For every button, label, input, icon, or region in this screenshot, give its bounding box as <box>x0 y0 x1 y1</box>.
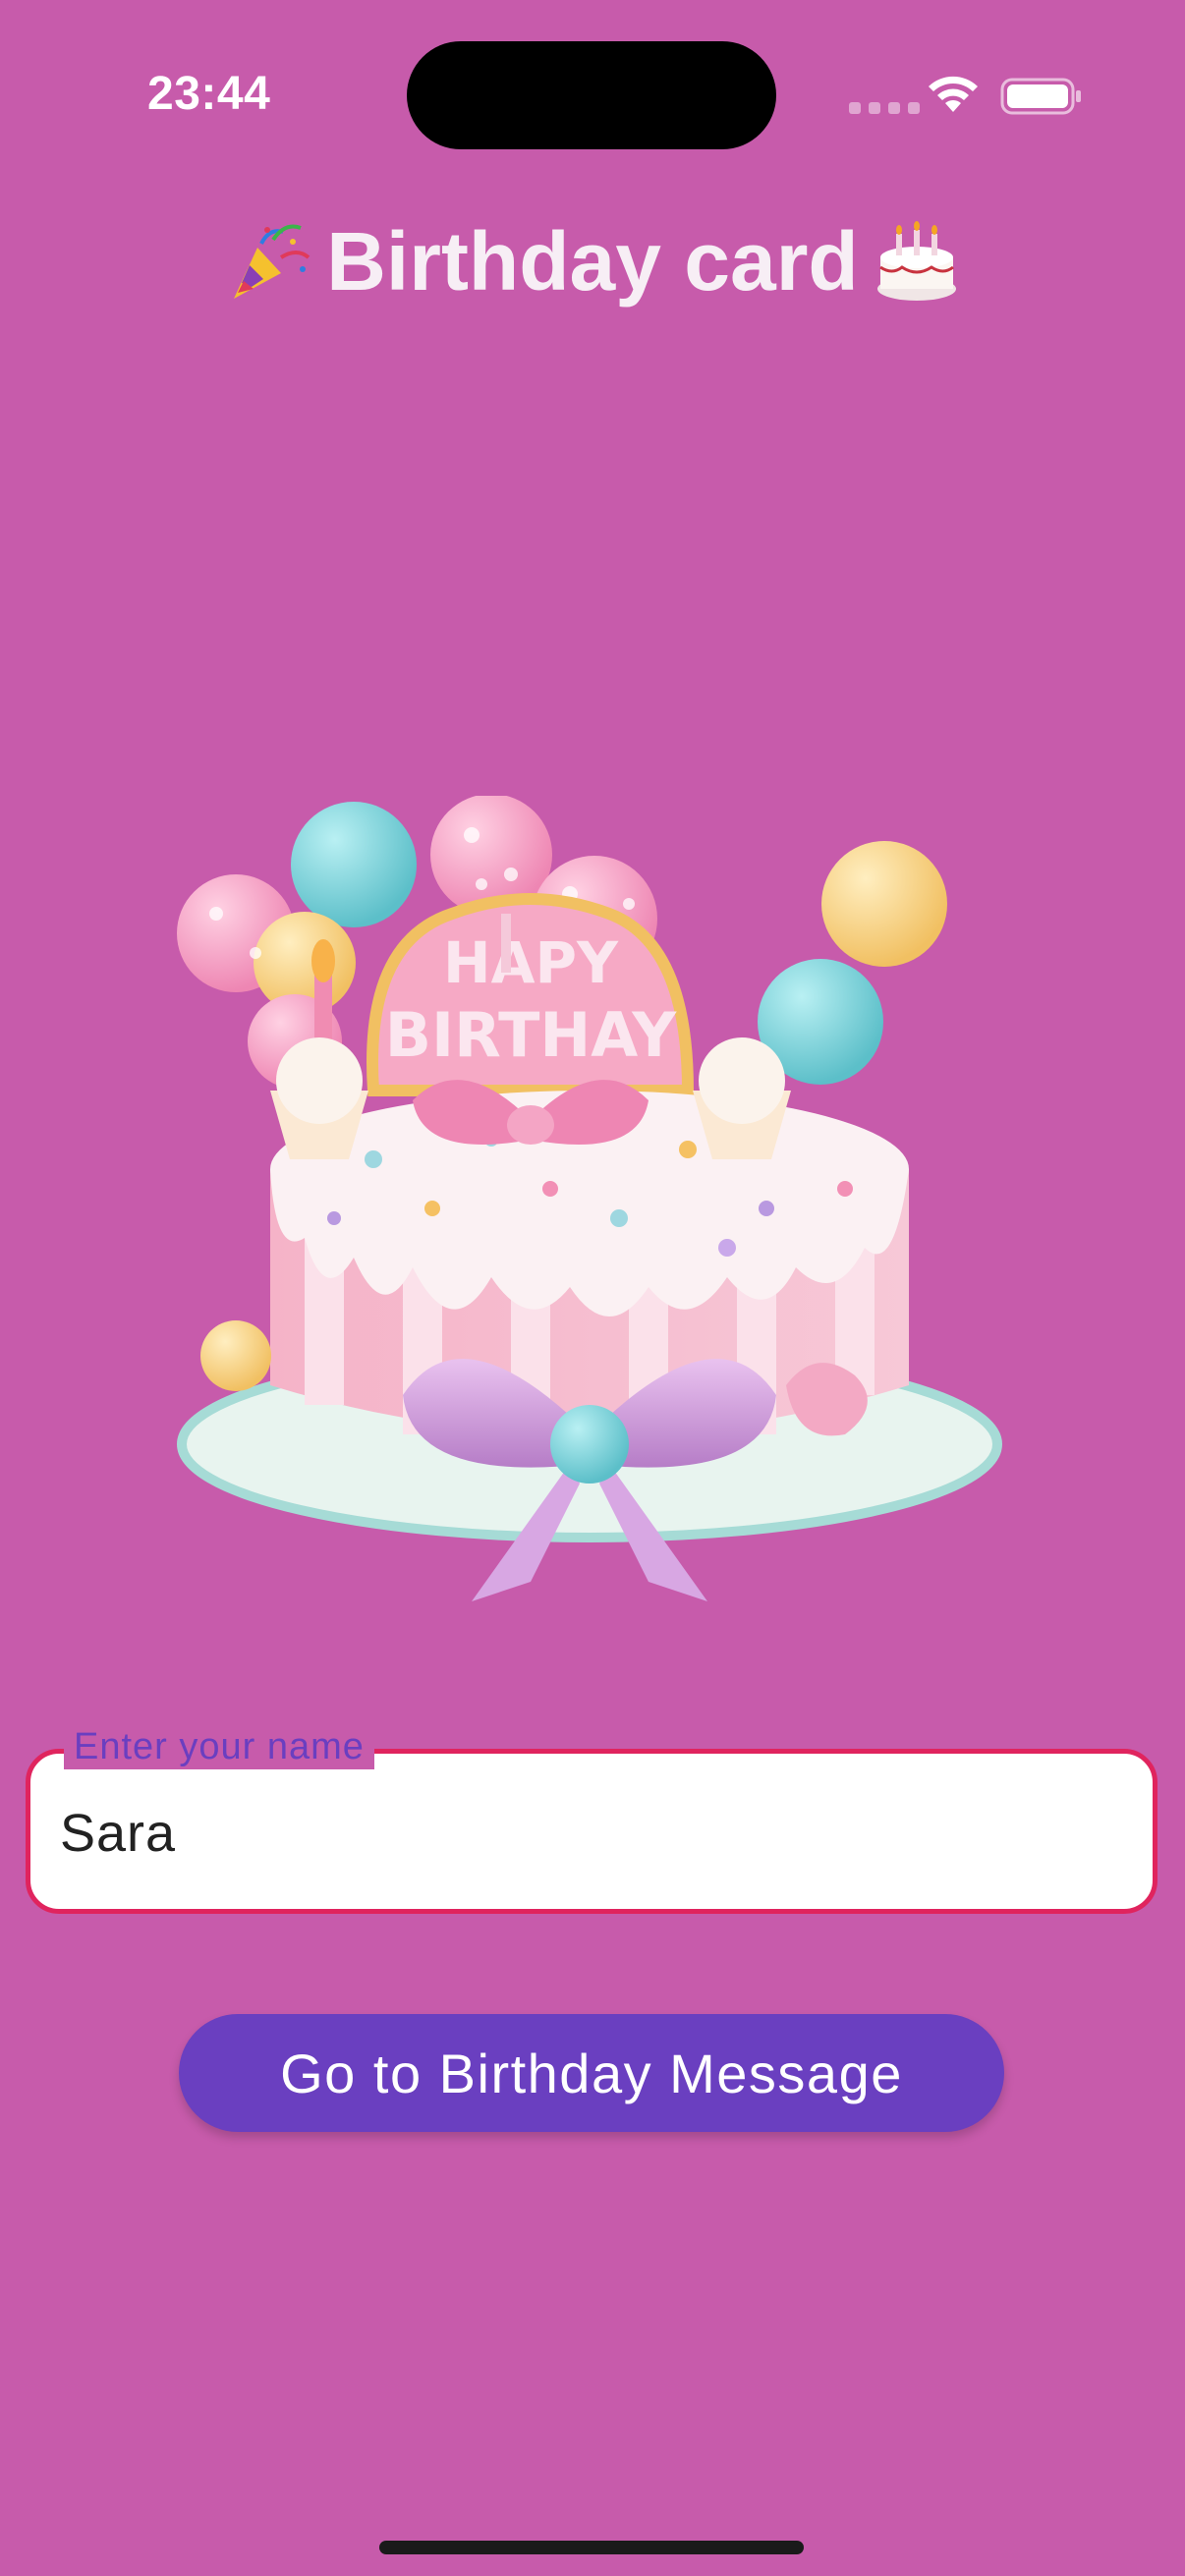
status-time: 23:44 <box>147 68 271 120</box>
title-text: Birthday card <box>326 215 859 308</box>
svg-text:BIRTHAY: BIRTHAY <box>385 999 678 1071</box>
party-popper-icon <box>234 224 310 299</box>
wifi-icon <box>929 76 978 112</box>
page-title: Birthday card <box>0 214 1185 309</box>
name-input[interactable]: Enter your name Sara <box>26 1724 1157 1914</box>
name-input-value[interactable]: Sara <box>60 1803 176 1864</box>
birthday-cake-illustration: HAPY BIRTHAY <box>177 796 1002 1601</box>
dynamic-island <box>407 41 776 149</box>
cellular-signal-icon <box>849 102 920 114</box>
go-to-birthday-message-button[interactable]: Go to Birthday Message <box>179 2014 1004 2132</box>
home-indicator[interactable] <box>379 2541 804 2554</box>
battery-icon <box>1000 78 1081 115</box>
birthday-card-screen: 23:44 Birthday card HAPY BIRTHAY Enter y… <box>0 0 1185 2576</box>
name-input-label: Enter your name <box>64 1724 374 1774</box>
birthday-cake-icon <box>876 220 956 301</box>
svg-text:HAPY: HAPY <box>443 929 619 996</box>
